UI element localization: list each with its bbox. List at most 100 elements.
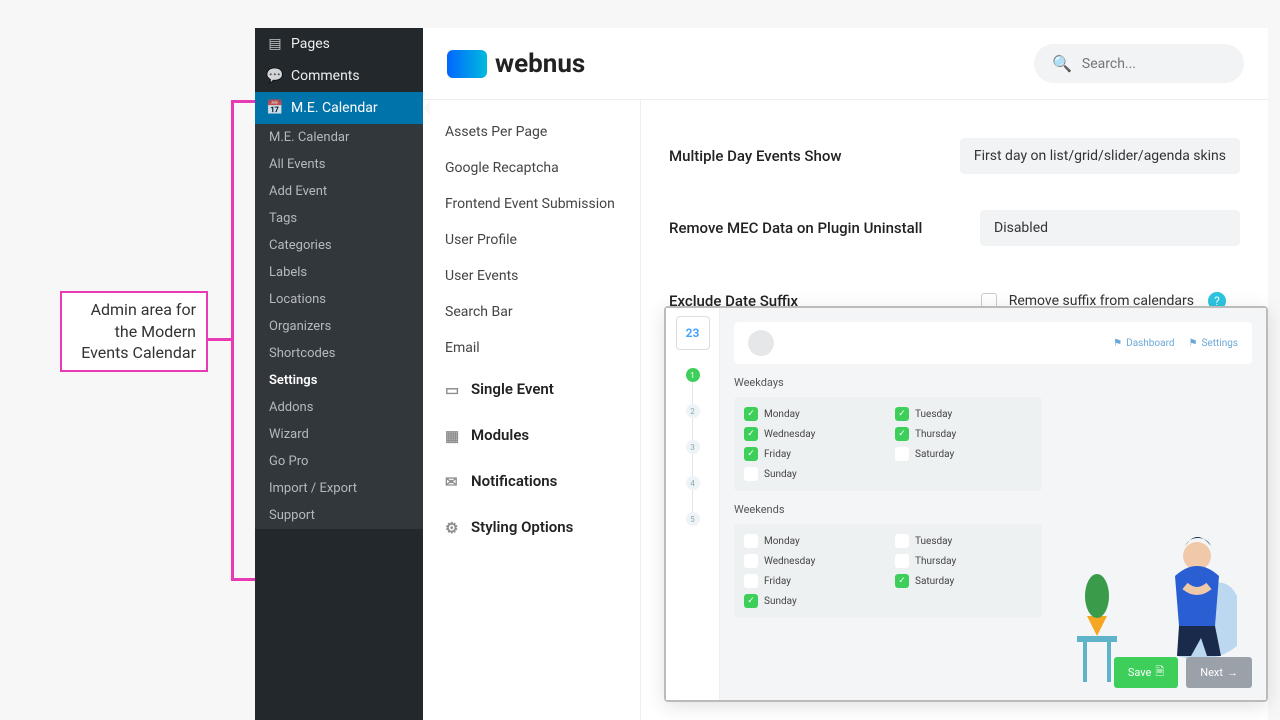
sidebar-sub-addons[interactable]: Addons xyxy=(255,394,423,421)
day-saturday[interactable]: Saturday xyxy=(895,574,1032,588)
checkbox[interactable] xyxy=(895,427,909,441)
avatar[interactable] xyxy=(748,330,774,356)
day-wednesday[interactable]: Wednesday xyxy=(744,554,881,568)
checkbox[interactable] xyxy=(744,427,758,441)
nav-frontend-event-submission[interactable]: Frontend Event Submission xyxy=(423,186,640,222)
pages-icon: ▤ xyxy=(267,36,283,52)
day-label: Friday xyxy=(764,576,791,587)
day-thursday[interactable]: Thursday xyxy=(895,427,1032,441)
brand-name: webnus xyxy=(495,49,585,79)
sidebar-sub-organizers[interactable]: Organizers xyxy=(255,313,423,340)
topbar: webnus 🔍 xyxy=(423,28,1268,100)
day-monday[interactable]: Monday xyxy=(744,534,881,548)
nav-assets-per-page[interactable]: Assets Per Page xyxy=(423,114,640,150)
setting-value[interactable]: First day on list/grid/slider/agenda ski… xyxy=(960,138,1240,174)
nav-user-profile[interactable]: User Profile xyxy=(423,222,640,258)
save-icon: 🗎 xyxy=(1155,663,1164,682)
sidebar-submenu: M.E. CalendarAll EventsAdd EventTagsCate… xyxy=(255,124,423,529)
day-label: Thursday xyxy=(915,429,956,440)
day-friday[interactable]: Friday xyxy=(744,447,881,461)
day-monday[interactable]: Monday xyxy=(744,407,881,421)
day-friday[interactable]: Friday xyxy=(744,574,881,588)
nav-search-bar[interactable]: Search Bar xyxy=(423,294,640,330)
sidebar-sub-import-export[interactable]: Import / Export xyxy=(255,475,423,502)
sidebar-item-comments[interactable]: 💬 Comments xyxy=(255,60,423,92)
sidebar-item-pages[interactable]: ▤ Pages xyxy=(255,28,423,60)
day-saturday[interactable]: Saturday xyxy=(895,447,1032,461)
day-sunday[interactable]: Sunday xyxy=(744,594,881,608)
checkbox[interactable] xyxy=(744,574,758,588)
setting-label: Remove MEC Data on Plugin Uninstall xyxy=(669,219,922,237)
nav-email[interactable]: Email xyxy=(423,330,640,366)
checkbox[interactable] xyxy=(744,467,758,481)
wizard-step-3[interactable]: 3 xyxy=(686,440,700,454)
sidebar-sub-locations[interactable]: Locations xyxy=(255,286,423,313)
search-input[interactable] xyxy=(1082,56,1226,72)
day-label: Wednesday xyxy=(764,429,815,440)
wizard-logo-icon: 23 xyxy=(676,316,710,350)
head-icon: ▦ xyxy=(445,427,461,443)
callout-admin-area: Admin area for the Modern Events Calenda… xyxy=(60,291,208,372)
config-wizard-modal: 23 12345 ⚑Dashboard⚑Settings Weekdays Mo… xyxy=(664,306,1268,702)
calendar-icon: 📅 xyxy=(267,100,283,116)
clock-icon: ⚑ xyxy=(1113,338,1122,349)
day-tuesday[interactable]: Tuesday xyxy=(895,534,1032,548)
checkbox[interactable] xyxy=(744,447,758,461)
sidebar-sub-labels[interactable]: Labels xyxy=(255,259,423,286)
sidebar-sub-categories[interactable]: Categories xyxy=(255,232,423,259)
wizard-illustration xyxy=(1052,376,1252,686)
sidebar-sub-settings[interactable]: Settings xyxy=(255,367,423,394)
head-icon: ▭ xyxy=(445,381,461,397)
day-label: Wednesday xyxy=(764,556,815,567)
checkbox[interactable] xyxy=(744,554,758,568)
sidebar-sub-wizard[interactable]: Wizard xyxy=(255,421,423,448)
sidebar-sub-all-events[interactable]: All Events xyxy=(255,151,423,178)
checkbox[interactable] xyxy=(895,534,909,548)
nav-head-modules[interactable]: ▦Modules xyxy=(423,412,640,458)
wizard-step-4[interactable]: 4 xyxy=(686,476,700,490)
wizard-step-5[interactable]: 5 xyxy=(686,512,700,526)
sidebar-sub-shortcodes[interactable]: Shortcodes xyxy=(255,340,423,367)
nav-user-events[interactable]: User Events xyxy=(423,258,640,294)
checkbox[interactable] xyxy=(895,554,909,568)
nav-head-styling-options[interactable]: ⚙Styling Options xyxy=(423,504,640,550)
day-tuesday[interactable]: Tuesday xyxy=(895,407,1032,421)
search-icon: 🔍 xyxy=(1052,54,1072,73)
nav-google-recaptcha[interactable]: Google Recaptcha xyxy=(423,150,640,186)
day-sunday[interactable]: Sunday xyxy=(744,467,881,481)
sidebar-item-mec[interactable]: 📅 M.E. Calendar xyxy=(255,92,423,124)
wizard-link-settings[interactable]: ⚑Settings xyxy=(1189,338,1238,349)
day-label: Sunday xyxy=(764,596,797,607)
weekdays-title: Weekdays xyxy=(734,376,1042,389)
checkbox[interactable] xyxy=(895,574,909,588)
checkbox[interactable] xyxy=(895,407,909,421)
day-thursday[interactable]: Thursday xyxy=(895,554,1032,568)
checkbox[interactable] xyxy=(895,447,909,461)
setting-value[interactable]: Disabled xyxy=(980,210,1240,246)
wizard-step-1[interactable]: 1 xyxy=(686,368,700,382)
sidebar-sub-support[interactable]: Support xyxy=(255,502,423,529)
day-wednesday[interactable]: Wednesday xyxy=(744,427,881,441)
nav-head-single-event[interactable]: ▭Single Event xyxy=(423,366,640,412)
save-button[interactable]: Save 🗎 xyxy=(1114,657,1178,688)
day-label: Monday xyxy=(764,409,800,420)
sidebar-sub-add-event[interactable]: Add Event xyxy=(255,178,423,205)
sidebar-sub-tags[interactable]: Tags xyxy=(255,205,423,232)
search-box[interactable]: 🔍 xyxy=(1034,44,1244,83)
sidebar-sub-go-pro[interactable]: Go Pro xyxy=(255,448,423,475)
gear-icon: ⚑ xyxy=(1189,338,1198,349)
wizard-step-2[interactable]: 2 xyxy=(686,404,700,418)
nav-head-notifications[interactable]: ✉Notifications xyxy=(423,458,640,504)
day-label: Tuesday xyxy=(915,536,952,547)
checkbox[interactable] xyxy=(744,407,758,421)
settings-nav: Assets Per PageGoogle RecaptchaFrontend … xyxy=(423,100,641,720)
checkbox[interactable] xyxy=(744,534,758,548)
sidebar-label: Comments xyxy=(291,68,360,84)
sidebar-sub-m-e-calendar[interactable]: M.E. Calendar xyxy=(255,124,423,151)
next-button[interactable]: Next → xyxy=(1186,657,1252,688)
day-label: Monday xyxy=(764,536,800,547)
checkbox[interactable] xyxy=(744,594,758,608)
wizard-link-dashboard[interactable]: ⚑Dashboard xyxy=(1113,338,1174,349)
setting-label: Multiple Day Events Show xyxy=(669,147,841,165)
day-label: Saturday xyxy=(915,449,954,460)
